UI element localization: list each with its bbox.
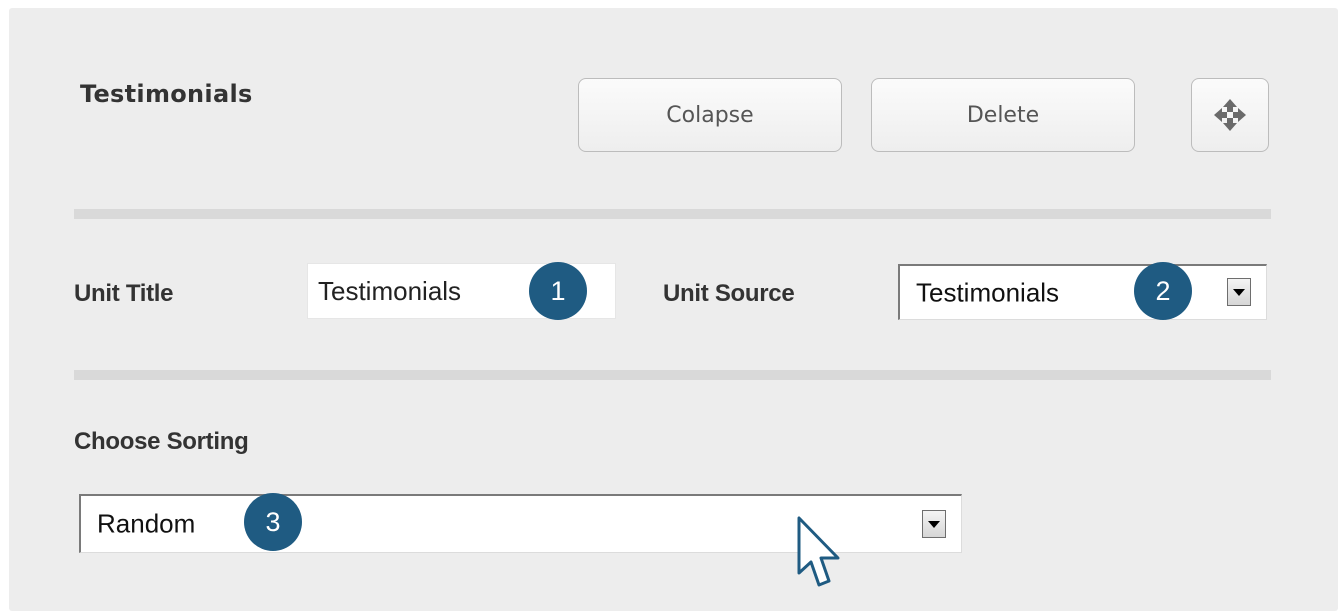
sorting-selected-value: Random [97, 508, 196, 539]
mouse-pointer-icon [797, 516, 840, 587]
section-divider-top [74, 209, 1271, 219]
section-divider-bottom [74, 370, 1271, 380]
choose-sorting-label: Choose Sorting [74, 428, 249, 455]
callout-badge-2: 2 [1134, 262, 1192, 320]
delete-button-label: Delete [966, 102, 1040, 128]
callout-badge-1: 1 [529, 262, 587, 320]
unit-source-select[interactable]: Testimonials [898, 264, 1267, 320]
unit-source-label: Unit Source [663, 280, 795, 307]
unit-title-label: Unit Title [74, 280, 174, 307]
dropdown-arrow-icon[interactable] [922, 510, 946, 538]
collapse-button-label: Colapse [666, 102, 754, 128]
unit-source-selected-value: Testimonials [916, 277, 1060, 307]
widget-title: Testimonials [80, 80, 253, 108]
delete-button[interactable]: Delete [871, 78, 1135, 152]
dropdown-arrow-icon[interactable] [1227, 278, 1251, 306]
move-handle-button[interactable] [1191, 78, 1269, 152]
callout-badge-3: 3 [244, 493, 302, 551]
move-arrows-icon [1214, 99, 1246, 131]
collapse-button[interactable]: Colapse [578, 78, 842, 152]
